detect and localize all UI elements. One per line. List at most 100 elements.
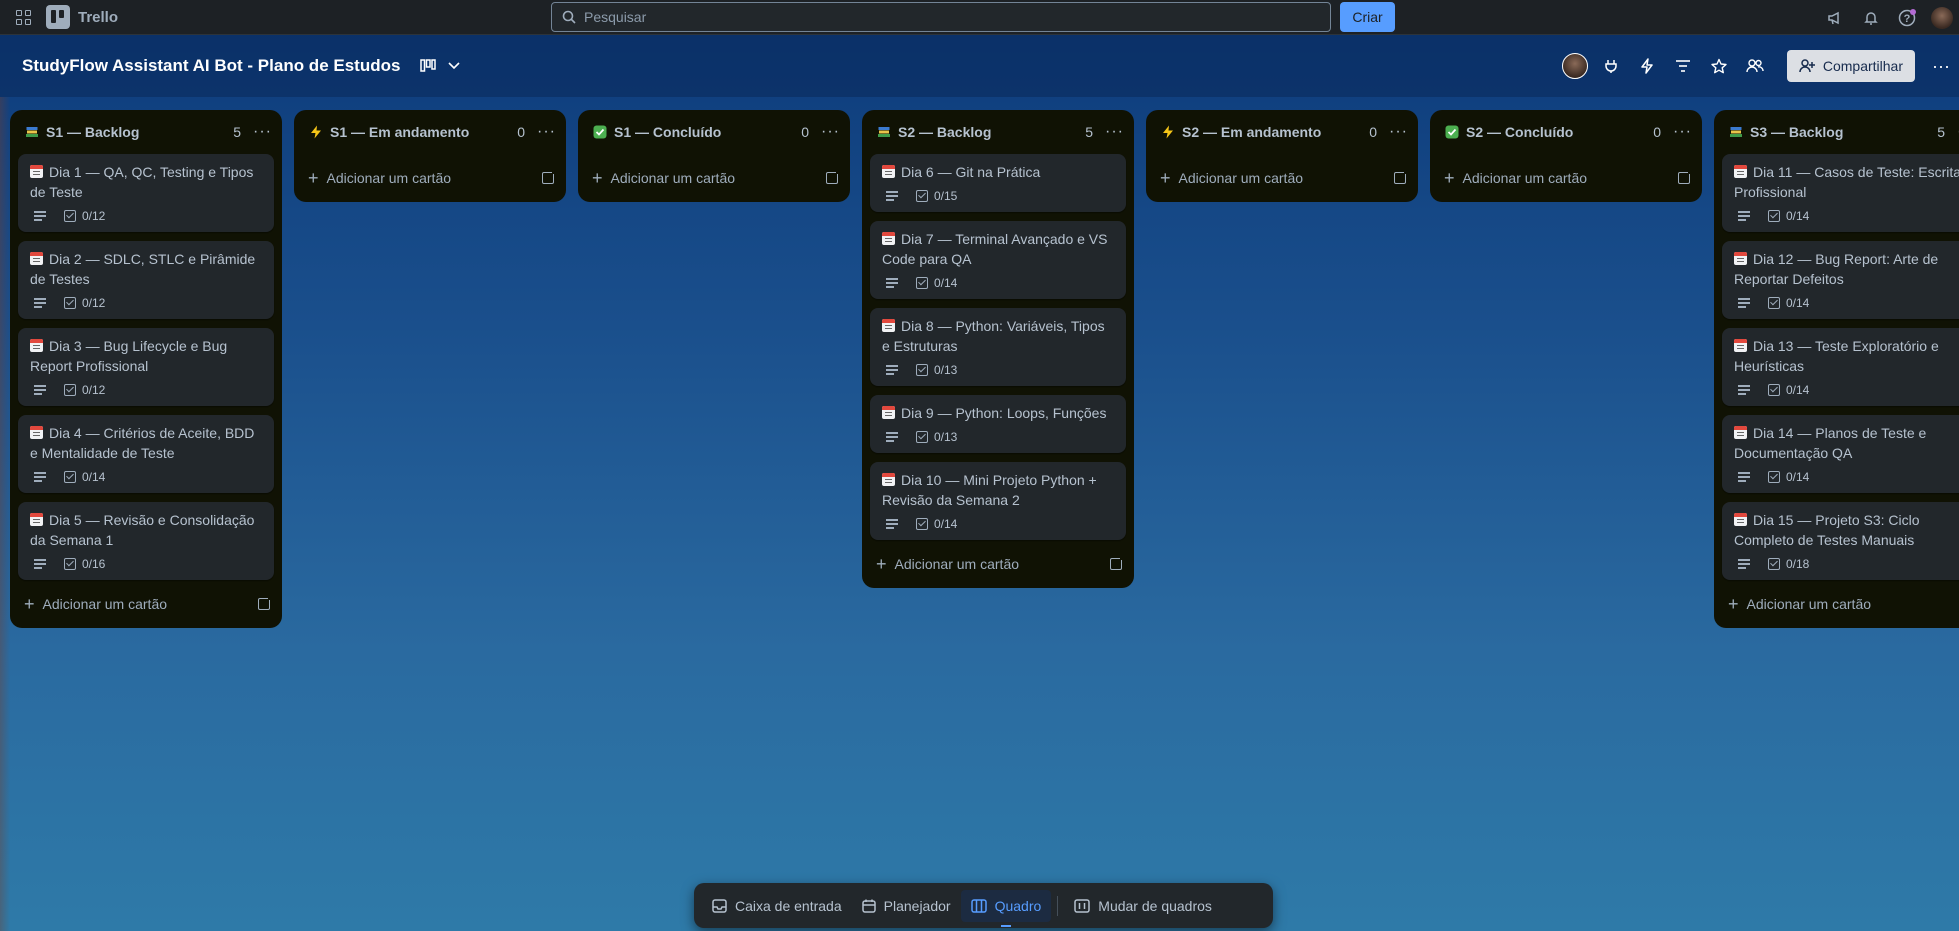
user-avatar[interactable] xyxy=(1931,6,1953,29)
add-card-button[interactable]: Adicionar um cartão xyxy=(895,556,1110,572)
card-badges: 0/12 xyxy=(30,382,262,398)
card-title: Dia 10 — Mini Projeto Python + Revisão d… xyxy=(882,472,1097,508)
list-header[interactable]: S2 — Concluído 0 ··· xyxy=(1430,110,1702,154)
trello-logo-icon[interactable] xyxy=(46,5,70,29)
list-title[interactable]: S2 — Concluído xyxy=(1466,124,1653,140)
checklist-count: 0/12 xyxy=(82,209,106,223)
bell-icon[interactable] xyxy=(1853,0,1889,35)
card[interactable]: Dia 1 — QA, QC, Testing e Tipos de Teste… xyxy=(18,154,274,232)
star-icon[interactable] xyxy=(1701,50,1737,82)
inbox-icon xyxy=(712,898,727,913)
megaphone-icon[interactable] xyxy=(1817,0,1853,35)
list-menu-icon[interactable]: ··· xyxy=(1673,123,1692,141)
search-bar[interactable] xyxy=(551,2,1331,32)
zap-icon xyxy=(308,124,324,140)
board-canvas: S1 — Backlog 5 ··· Dia 1 — QA, QC, Testing … xyxy=(10,110,1959,670)
card-template-icon[interactable] xyxy=(258,595,273,610)
checklist-count: 0/12 xyxy=(82,296,106,310)
list-title[interactable]: S2 — Em andamento xyxy=(1182,124,1369,140)
list[interactable]: S2 — Concluído 0 ··· + Adicionar um cartão xyxy=(1430,110,1702,202)
list-card-count: 5 xyxy=(233,124,242,140)
list-title[interactable]: S1 — Em andamento xyxy=(330,124,517,140)
checklist-badge: 0/14 xyxy=(916,276,957,290)
list[interactable]: S1 — Em andamento 0 ··· + Adicionar um cartã… xyxy=(294,110,566,202)
add-card-button[interactable]: Adicionar um cartão xyxy=(611,170,826,186)
card-badges: 0/12 xyxy=(30,208,262,224)
filter-icon[interactable] xyxy=(1665,50,1701,82)
card[interactable]: Dia 4 — Critérios de Aceite, BDD e Menta… xyxy=(18,415,274,493)
view-switcher[interactable] xyxy=(420,59,461,73)
list-title[interactable]: S1 — Backlog xyxy=(46,124,233,140)
card[interactable]: Dia 7 — Terminal Avançado e VS Code para… xyxy=(870,221,1126,299)
checkbox-icon xyxy=(64,558,76,570)
left-edge-shade xyxy=(0,97,10,931)
description-icon xyxy=(886,191,898,201)
list[interactable]: S2 — Em andamento 0 ··· + Adicionar um cartã… xyxy=(1146,110,1418,202)
app-switcher-icon[interactable] xyxy=(13,7,33,27)
list-menu-icon[interactable]: ··· xyxy=(821,123,840,141)
card[interactable]: Dia 10 — Mini Projeto Python + Revisão d… xyxy=(870,462,1126,540)
add-card-button[interactable]: Adicionar um cartão xyxy=(327,170,542,186)
power-ups-icon[interactable] xyxy=(1593,50,1629,82)
list-header[interactable]: S1 — Em andamento 0 ··· xyxy=(294,110,566,154)
add-card-button[interactable]: Adicionar um cartão xyxy=(1179,170,1394,186)
list-header[interactable]: S2 — Backlog 5 ··· xyxy=(862,110,1134,154)
calendar-emoji-icon xyxy=(882,473,895,486)
add-card-row: + Adicionar um cartão xyxy=(578,158,850,198)
card-badges: 0/14 xyxy=(1734,295,1959,311)
nav-inbox[interactable]: Caixa de entrada xyxy=(702,890,852,922)
members-icon[interactable] xyxy=(1737,50,1773,82)
card[interactable]: Dia 2 — SDLC, STLC e Pirâmide de Testes 0… xyxy=(18,241,274,319)
list-title[interactable]: S1 — Concluído xyxy=(614,124,801,140)
list-header[interactable]: S1 — Concluído 0 ··· xyxy=(578,110,850,154)
board-title[interactable]: StudyFlow Assistant AI Bot - Plano de Es… xyxy=(22,56,400,76)
list[interactable]: S3 — Backlog5··· Dia 11 — Casos de Teste:… xyxy=(1714,110,1959,628)
checkbox-icon xyxy=(1768,558,1780,570)
create-button[interactable]: Criar xyxy=(1340,2,1395,32)
checklist-badge: 0/16 xyxy=(64,557,105,571)
card-template-icon[interactable] xyxy=(1110,555,1125,570)
card[interactable]: Dia 5 — Revisão e Consolidação da Semana… xyxy=(18,502,274,580)
automation-icon[interactable] xyxy=(1629,50,1665,82)
checklist-badge: 0/14 xyxy=(1768,383,1809,397)
search-input[interactable] xyxy=(584,9,1284,25)
list-menu-icon[interactable]: ··· xyxy=(537,123,556,141)
list-menu-icon[interactable]: ··· xyxy=(1389,123,1408,141)
card[interactable]: Dia 8 — Python: Variáveis, Tipos e Estru… xyxy=(870,308,1126,386)
list-header[interactable]: S2 — Em andamento 0 ··· xyxy=(1146,110,1418,154)
app-name[interactable]: Trello xyxy=(78,9,118,26)
list-menu-icon[interactable]: ··· xyxy=(1105,123,1124,141)
description-icon xyxy=(34,298,46,308)
more-menu-icon[interactable]: ··· xyxy=(1923,50,1959,82)
card[interactable]: Dia 6 — Git na Prática 0/15 xyxy=(870,154,1126,212)
card[interactable]: Dia 11 — Casos de Teste: Escrita Profiss… xyxy=(1722,154,1959,232)
add-card-button[interactable]: Adicionar um cartão xyxy=(1463,170,1678,186)
list-header[interactable]: S3 — Backlog5··· xyxy=(1714,110,1959,154)
list-title[interactable]: S2 — Backlog xyxy=(898,124,1085,140)
card-template-icon[interactable] xyxy=(826,169,841,184)
nav-board[interactable]: Quadro xyxy=(960,889,1052,927)
card[interactable]: Dia 13 — Teste Exploratório e Heurística… xyxy=(1722,328,1959,406)
member-avatar[interactable] xyxy=(1557,50,1593,82)
list-header[interactable]: S1 — Backlog 5 ··· xyxy=(10,110,282,154)
list[interactable]: S1 — Concluído 0 ··· + Adicionar um cartão xyxy=(578,110,850,202)
help-icon[interactable]: ? xyxy=(1889,0,1925,35)
list[interactable]: S1 — Backlog 5 ··· Dia 1 — QA, QC, Testing … xyxy=(10,110,282,628)
card-title: Dia 7 — Terminal Avançado e VS Code para… xyxy=(882,231,1108,267)
list[interactable]: S2 — Backlog 5 ··· Dia 6 — Git na Prática 0/… xyxy=(862,110,1134,588)
add-card-button[interactable]: Adicionar um cartão xyxy=(43,596,258,612)
add-card-button[interactable]: Adicionar um cartão xyxy=(1747,596,1959,612)
list-title[interactable]: S3 — Backlog xyxy=(1750,124,1937,140)
list-menu-icon[interactable]: ··· xyxy=(253,123,272,141)
card-template-icon[interactable] xyxy=(1394,169,1409,184)
card[interactable]: Dia 3 — Bug Lifecycle e Bug Report Profi… xyxy=(18,328,274,406)
share-button[interactable]: Compartilhar xyxy=(1786,50,1915,82)
nav-planner[interactable]: Planejador xyxy=(852,890,961,922)
card[interactable]: Dia 14 — Planos de Teste e Documentação … xyxy=(1722,415,1959,493)
card[interactable]: Dia 15 — Projeto S3: Ciclo Completo de T… xyxy=(1722,502,1959,580)
card-template-icon[interactable] xyxy=(542,169,557,184)
nav-switch-boards[interactable]: Mudar de quadros xyxy=(1064,890,1222,922)
card-template-icon[interactable] xyxy=(1678,169,1693,184)
card[interactable]: Dia 12 — Bug Report: Arte de Reportar De… xyxy=(1722,241,1959,319)
card[interactable]: Dia 9 — Python: Loops, Funções 0/13 xyxy=(870,395,1126,453)
